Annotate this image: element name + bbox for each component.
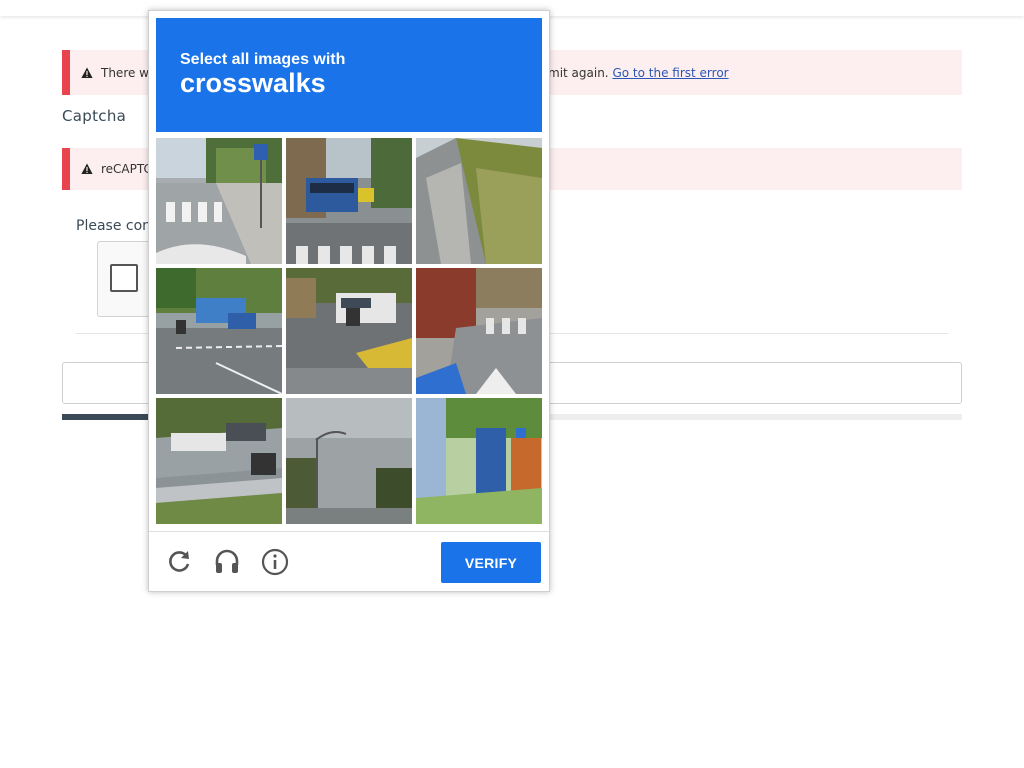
warning-icon <box>81 163 93 174</box>
error-banner-text-end: mit again. Go to the first error <box>548 66 729 80</box>
captcha-error-text: reCAPTC <box>101 162 152 176</box>
challenge-target: crosswalks <box>180 68 326 98</box>
go-to-first-error-link[interactable]: Go to the first error <box>612 66 728 80</box>
image-tile-7[interactable] <box>156 398 282 524</box>
image-tile-9[interactable] <box>416 398 542 524</box>
challenge-instruction: Select all images with <box>180 51 346 68</box>
section-title: Captcha <box>62 107 127 125</box>
image-tile-2[interactable] <box>286 138 412 264</box>
reload-icon[interactable] <box>164 547 194 577</box>
image-grid <box>156 138 542 524</box>
verify-button[interactable]: VERIFY <box>441 542 541 583</box>
image-tile-6[interactable] <box>416 268 542 394</box>
error-banner-text-end-label: mit again. <box>548 65 609 80</box>
info-icon[interactable] <box>260 547 290 577</box>
image-tile-1[interactable] <box>156 138 282 264</box>
recaptcha-challenge-popup: Select all images with crosswalks VERIFY <box>148 10 550 592</box>
challenge-header: Select all images with crosswalks <box>156 18 542 132</box>
headphones-icon[interactable] <box>212 547 242 577</box>
image-tile-8[interactable] <box>286 398 412 524</box>
captcha-prompt-text: Please con <box>76 218 152 234</box>
error-banner-text-start: There w <box>101 65 149 80</box>
image-tile-4[interactable] <box>156 268 282 394</box>
image-tile-5[interactable] <box>286 268 412 394</box>
challenge-footer: VERIFY <box>149 531 549 592</box>
recaptcha-checkbox[interactable] <box>110 264 138 292</box>
image-tile-3[interactable] <box>416 138 542 264</box>
warning-icon <box>81 67 93 78</box>
